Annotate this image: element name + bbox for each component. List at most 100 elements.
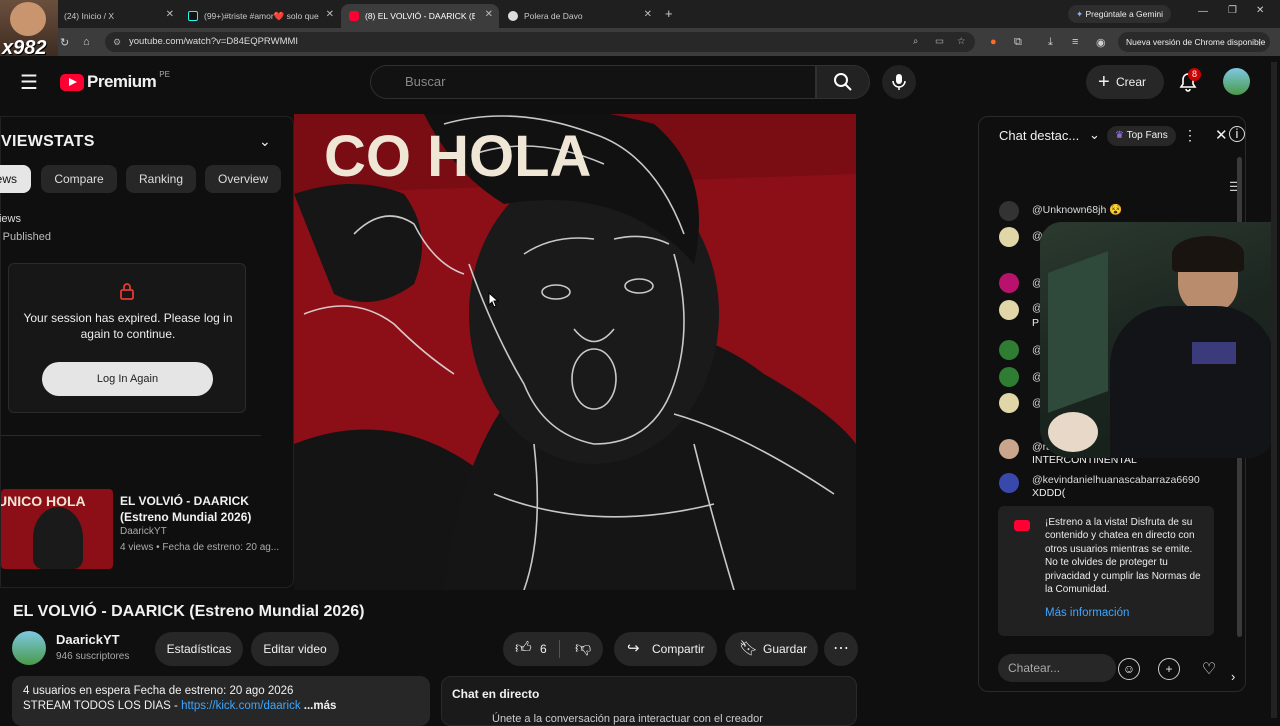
close-icon[interactable]: ✕ [326, 9, 334, 20]
tab-label: (99+)#triste #amor❤️ solo que [204, 10, 319, 21]
add-button[interactable]: + [1158, 658, 1180, 680]
chat-mode-selector[interactable]: Chat destac... [999, 128, 1079, 143]
profile-icon[interactable]: ◉ [1096, 36, 1106, 49]
heart-button[interactable]: ♡ [1198, 658, 1220, 680]
zoom-icon[interactable]: ⌕ [913, 32, 918, 52]
bookmark-star-icon[interactable]: ☆ [957, 32, 966, 52]
search-button[interactable] [816, 65, 870, 99]
log-in-again-button[interactable]: Log In Again [42, 362, 213, 396]
session-expired-modal: Your session has expired. Please log in … [8, 263, 246, 413]
site-info-icon[interactable]: ⚙ [113, 32, 121, 52]
notifications-button[interactable]: 8 [1178, 68, 1202, 97]
globe-icon [508, 11, 518, 21]
info-icon[interactable]: i [1229, 126, 1245, 142]
like-icon[interactable]: 👍︎ [515, 632, 532, 666]
youtube-icon [349, 11, 359, 21]
kebab-menu-icon[interactable]: ⋮ [1183, 127, 1197, 144]
views-label: Views [0, 213, 21, 225]
gemini-button[interactable]: ✦ Pregúntale a Gemini [1068, 5, 1171, 23]
share-icon: ↪ [627, 640, 640, 657]
tab-polera[interactable]: Polera de Davo ✕ [500, 4, 658, 28]
share-button[interactable]: ↪ Compartir [614, 632, 717, 666]
create-button[interactable]: + Crear [1086, 65, 1164, 99]
video-player[interactable]: CO HOLA [294, 114, 856, 590]
chip-views[interactable]: Views [0, 165, 31, 193]
login-label: Log In Again [96, 373, 159, 385]
media-icon[interactable]: ≡ [1072, 36, 1078, 48]
close-icon[interactable]: ✕ [485, 9, 493, 20]
hamburger-menu-icon[interactable]: ☰ [20, 70, 38, 95]
chevron-right-icon[interactable]: › [1231, 669, 1235, 684]
more-info-link[interactable]: Más información [1045, 607, 1129, 619]
search-input[interactable]: Buscar [370, 65, 816, 99]
chip-overview[interactable]: Overview [205, 165, 281, 193]
description-box[interactable]: 4 usuarios en espera Fecha de estreno: 2… [12, 676, 430, 726]
edit-video-button[interactable]: Editar video [251, 632, 339, 666]
more-actions-button[interactable]: ⋯ [824, 632, 858, 666]
download-icon[interactable]: ⤓ [1048, 36, 1053, 49]
voice-search-button[interactable] [882, 65, 916, 99]
page-scrollbar[interactable] [1271, 62, 1277, 718]
premiere-info-card: ¡Estreno a la vista! Disfruta de su cont… [998, 506, 1214, 636]
tab-youtube[interactable]: (8) EL VOLVIÓ - DAARICK (Estreno ✕ [341, 4, 499, 28]
save-button[interactable]: 🔖︎ Guardar [725, 632, 818, 666]
card-title[interactable]: EL VOLVIÓ - DAARICK (Estreno Mundial 202… [120, 493, 288, 525]
chart-axis [1, 435, 261, 436]
logo-text: Premium [87, 72, 157, 91]
close-window-button[interactable]: ✕ [1256, 5, 1264, 16]
chat-text: XDDD( [1032, 487, 1066, 499]
live-chat-preview[interactable]: Chat en directo Únete a la conversación … [441, 676, 857, 726]
chat-avatar [999, 227, 1019, 247]
chat-avatar [999, 367, 1019, 387]
chip-compare[interactable]: Compare [41, 165, 117, 193]
tab-tiktok[interactable]: (99+)#triste #amor❤️ solo que ✕ [180, 4, 340, 28]
stats-button[interactable]: Estadísticas [155, 632, 243, 666]
viewstats-panel: VIEWSTATS ⌄ Views Compare Ranking Overvi… [0, 116, 294, 588]
new-tab-button[interactable]: + [665, 6, 673, 21]
browser-toolbar: ↻ ⌂ ⚙ youtube.com/watch?v=D84EQPRWMMI ⌕ … [0, 28, 1280, 56]
thumbnail-figure [33, 507, 83, 569]
youtube-logo[interactable]: Premium PE [60, 70, 170, 92]
crown-icon: ♛ [1115, 130, 1127, 141]
more-horizontal-icon: ⋯ [833, 640, 849, 657]
face-image [10, 2, 46, 36]
plus-icon: + [1098, 71, 1110, 93]
chat-placeholder: Chatear... [1008, 661, 1061, 675]
kick-link[interactable]: https://kick.com/daarick [181, 700, 301, 712]
channel-name[interactable]: DaarickYT [56, 632, 120, 647]
gemini-label: Pregúntale a Gemini [1085, 9, 1163, 19]
close-icon[interactable]: ✕ [166, 9, 174, 20]
home-icon[interactable]: ⌂ [83, 36, 90, 48]
extension-icon[interactable]: ● [990, 36, 997, 48]
chevron-down-icon[interactable]: ⌄ [259, 133, 271, 150]
extensions-puzzle-icon[interactable]: ⧉ [1014, 36, 1022, 49]
close-icon[interactable]: ✕ [644, 9, 652, 20]
divider [559, 640, 560, 658]
tab-label: Polera de Davo [524, 11, 583, 21]
video-thumbnail[interactable]: UNICO HOLA [1, 489, 113, 569]
chat-avatar [999, 439, 1019, 459]
live-chat-title: Chat en directo [452, 687, 540, 701]
account-avatar[interactable] [1223, 68, 1250, 95]
address-bar[interactable]: ⚙ youtube.com/watch?v=D84EQPRWMMI ⌕ ▭ ☆ [105, 32, 975, 52]
tab-x[interactable]: (24) Inicio / X ✕ [40, 4, 180, 28]
chat-input[interactable]: Chatear... [998, 654, 1116, 682]
more-link[interactable]: ...más [301, 700, 337, 712]
chevron-down-icon[interactable]: ⌄ [1089, 127, 1100, 143]
top-fans-chip[interactable]: ♛ Top Fans [1107, 126, 1176, 146]
search-icon [834, 73, 852, 91]
cast-icon[interactable]: ▭ [935, 32, 944, 52]
channel-avatar[interactable] [12, 631, 46, 665]
streamer-overlay-logo: x982 [0, 0, 58, 60]
close-chat-icon[interactable]: ✕ [1215, 126, 1228, 144]
viewstats-title: VIEWSTATS [1, 133, 95, 150]
reload-icon[interactable]: ↻ [60, 36, 69, 49]
chip-label: Compare [54, 172, 104, 186]
emoji-button[interactable]: ☺ [1118, 658, 1140, 680]
kebab-menu-icon[interactable]: ⋮ [1256, 32, 1265, 52]
minimize-button[interactable]: — [1198, 6, 1208, 17]
restore-button[interactable]: ❐ [1228, 5, 1237, 16]
dislike-icon[interactable]: 👎︎ [575, 632, 591, 666]
chip-ranking[interactable]: Ranking [126, 165, 196, 193]
chrome-update-button[interactable]: Nueva versión de Chrome disponible ⋮ [1118, 32, 1270, 52]
